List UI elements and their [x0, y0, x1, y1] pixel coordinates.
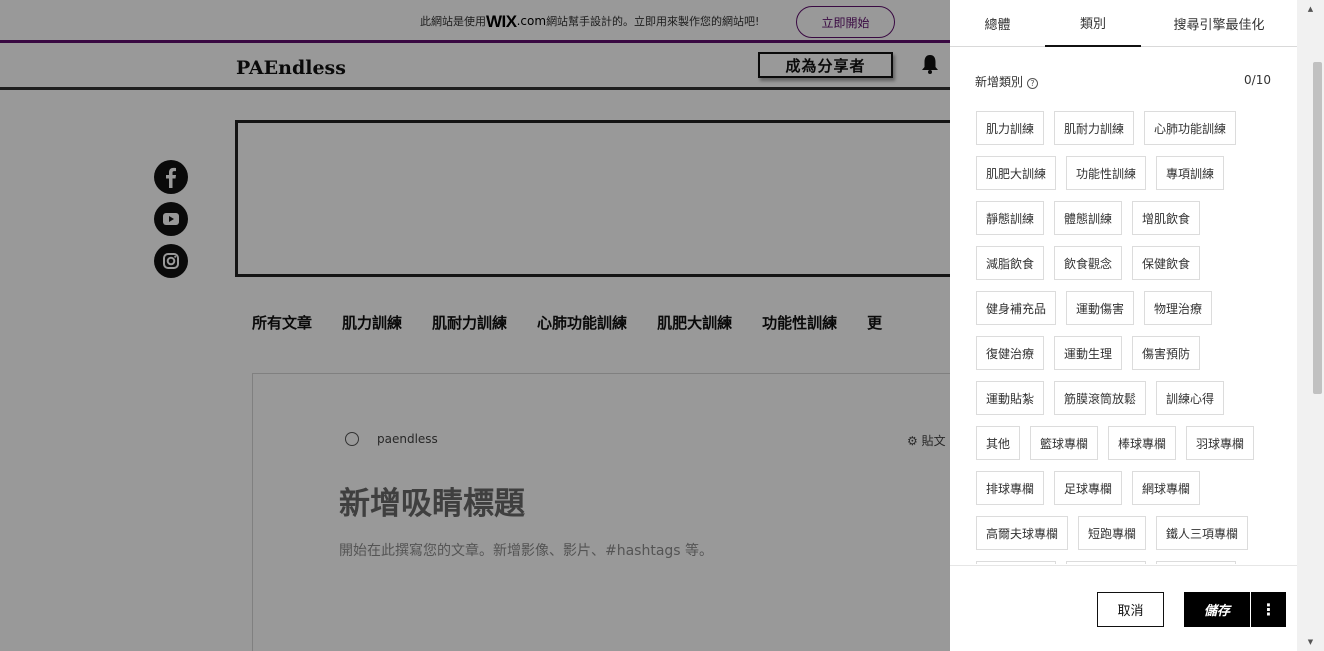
post-settings[interactable]: ⚙ 貼文 [907, 432, 946, 449]
tag-row: 運動貼紮 筋膜滾筒放鬆 訓練心得 [976, 381, 1276, 415]
category-tag[interactable]: 短跑專欄 [1078, 516, 1147, 550]
site-header: PAEndless 成為分享者 [0, 46, 950, 90]
banner-box [235, 120, 950, 277]
category-tag[interactable]: 傷害預防 [1132, 336, 1201, 370]
window-scrollbar[interactable]: ▲ ▼ [1297, 0, 1324, 651]
author-avatar [345, 432, 359, 446]
scroll-up-icon[interactable]: ▲ [1297, 2, 1324, 16]
category-tag[interactable]: 運動貼紮 [976, 381, 1045, 415]
wix-ad-bar: 此網站是使用WIX.com網站幫手設計的。立即用來製作您的網站吧! 立即開始 [0, 0, 950, 43]
category-tag-list: 肌力訓練 肌耐力訓練 心肺功能訓練 肌肥大訓練 功能性訓練 專項訓練 靜態訓練 體態訓練 增肌飲… [976, 111, 1276, 564]
cancel-button[interactable]: 取消 [1097, 592, 1164, 627]
category-tag[interactable]: 高爾夫球專欄 [976, 516, 1069, 550]
category-tag[interactable]: 運動生理 [1054, 336, 1123, 370]
app-root: 此網站是使用WIX.com網站幫手設計的。立即用來製作您的網站吧! 立即開始 P… [0, 0, 1324, 651]
nav-item-cardio[interactable]: 心肺功能訓練 [537, 312, 627, 333]
panel-footer: 取消 儲存 ⋮ [950, 565, 1297, 651]
category-tag[interactable] [1156, 561, 1236, 564]
category-tag[interactable]: 心肺功能訓練 [1144, 111, 1237, 145]
category-tag[interactable]: 減脂飲食 [976, 246, 1045, 280]
tag-row: 肌肥大訓練 功能性訓練 專項訓練 [976, 156, 1276, 190]
category-tag[interactable]: 筋膜滾筒放鬆 [1054, 381, 1147, 415]
help-icon[interactable]: ? [1027, 78, 1039, 89]
facebook-icon[interactable] [154, 160, 188, 194]
category-tag[interactable]: 肌肥大訓練 [976, 156, 1057, 190]
wix-ad-message: 此網站是使用WIX.com網站幫手設計的。立即用來製作您的網站吧! [420, 12, 759, 32]
tag-row: 復健治療 運動生理 傷害預防 [976, 336, 1276, 370]
category-tag[interactable]: 增肌飲食 [1132, 201, 1201, 235]
category-tag[interactable]: 復健治療 [976, 336, 1045, 370]
category-tag[interactable]: 體態訓練 [1054, 201, 1123, 235]
category-tag[interactable]: 籃球專欄 [1030, 426, 1099, 460]
category-tag[interactable]: 飲食觀念 [1054, 246, 1123, 280]
become-sharer-button[interactable]: 成為分享者 [758, 52, 893, 78]
category-tag[interactable]: 運動傷害 [1066, 291, 1135, 325]
wix-ad-prefix: 此網站是使用 [420, 15, 486, 28]
author-name: paendless [377, 432, 438, 446]
category-tag[interactable]: 其他 [976, 426, 1021, 460]
nav-item-endurance[interactable]: 肌耐力訓練 [432, 312, 507, 333]
tab-seo[interactable]: 搜尋引擎最佳化 [1141, 0, 1297, 47]
category-tag[interactable]: 肌力訓練 [976, 111, 1045, 145]
category-tag[interactable] [1066, 561, 1146, 564]
tag-row: 排球專欄 足球專欄 網球專欄 [976, 471, 1276, 505]
category-tag[interactable]: 鐵人三項專欄 [1156, 516, 1249, 550]
add-category-label: 新增類別? [975, 73, 1039, 90]
nav-item-all-posts[interactable]: 所有文章 [252, 312, 312, 333]
tag-row: 健身補充品 運動傷害 物理治療 [976, 291, 1276, 325]
tag-row: 其他 籃球專欄 棒球專欄 羽球專欄 [976, 426, 1276, 460]
category-tag[interactable]: 棒球專欄 [1108, 426, 1177, 460]
post-body-field[interactable]: 開始在此撰寫您的文章。新增影像、影片、#hashtags 等。 [339, 540, 713, 560]
category-tag[interactable]: 功能性訓練 [1066, 156, 1147, 190]
category-tag[interactable]: 肌耐力訓練 [1054, 111, 1135, 145]
gear-icon: ⚙ [907, 434, 922, 448]
bell-icon[interactable] [921, 54, 939, 74]
category-nav: 所有文章 肌力訓練 肌耐力訓練 心肺功能訓練 肌肥大訓練 功能性訓練 更 [252, 312, 912, 334]
tag-row [976, 561, 1276, 564]
start-now-button[interactable]: 立即開始 [796, 6, 895, 38]
instagram-icon[interactable] [154, 244, 188, 278]
scroll-down-icon[interactable]: ▼ [1297, 635, 1324, 649]
youtube-icon[interactable] [154, 202, 188, 236]
panel-tabs: 總體 類別 搜尋引擎最佳化 [950, 0, 1297, 47]
category-tag[interactable]: 專項訓練 [1156, 156, 1225, 190]
add-category-text: 新增類別 [975, 75, 1024, 89]
category-tag[interactable] [976, 561, 1056, 564]
category-tag[interactable]: 物理治療 [1144, 291, 1213, 325]
site-title[interactable]: PAEndless [236, 57, 346, 79]
post-title-field[interactable]: 新增吸睛標題 [339, 478, 525, 523]
category-tag[interactable]: 網球專欄 [1132, 471, 1201, 505]
more-options-button[interactable]: ⋮ [1251, 592, 1286, 627]
scrollbar-thumb[interactable] [1313, 62, 1322, 394]
tag-row: 高爾夫球專欄 短跑專欄 鐵人三項專欄 [976, 516, 1276, 550]
nav-item-more[interactable]: 更 [867, 312, 882, 333]
category-count: 0/10 [1244, 73, 1271, 87]
nav-item-strength[interactable]: 肌力訓練 [342, 312, 402, 333]
tab-categories[interactable]: 類別 [1045, 0, 1141, 47]
tab-general[interactable]: 總體 [950, 0, 1045, 47]
wix-ad-suffix: 網站幫手設計的。立即用來製作您的網站吧! [546, 15, 760, 28]
tag-row: 靜態訓練 體態訓練 增肌飲食 [976, 201, 1276, 235]
post-editor-card: paendless ⚙ 貼文 新增吸睛標題 開始在此撰寫您的文章。新增影像、影片… [252, 373, 950, 651]
nav-item-functional[interactable]: 功能性訓練 [762, 312, 837, 333]
category-tag[interactable]: 保健飲食 [1132, 246, 1201, 280]
category-tag[interactable]: 羽球專欄 [1186, 426, 1255, 460]
category-tag[interactable]: 排球專欄 [976, 471, 1045, 505]
tag-row: 減脂飲食 飲食觀念 保健飲食 [976, 246, 1276, 280]
settings-panel: 總體 類別 搜尋引擎最佳化 新增類別? 0/10 肌力訓練 肌耐力訓練 心肺功能訓練… [950, 0, 1297, 651]
category-tag[interactable]: 訓練心得 [1156, 381, 1225, 415]
category-tag[interactable]: 健身補充品 [976, 291, 1057, 325]
site-page: 此網站是使用WIX.com網站幫手設計的。立即用來製作您的網站吧! 立即開始 P… [0, 0, 950, 651]
wix-logo-domain: .com [516, 14, 547, 28]
post-settings-label: 貼文 [921, 434, 946, 448]
tag-row: 肌力訓練 肌耐力訓練 心肺功能訓練 [976, 111, 1276, 145]
nav-item-hypertrophy[interactable]: 肌肥大訓練 [657, 312, 732, 333]
wix-logo: WIX [486, 12, 517, 31]
category-tag[interactable]: 足球專欄 [1054, 471, 1123, 505]
category-tag[interactable]: 靜態訓練 [976, 201, 1045, 235]
save-button[interactable]: 儲存 [1184, 592, 1250, 627]
